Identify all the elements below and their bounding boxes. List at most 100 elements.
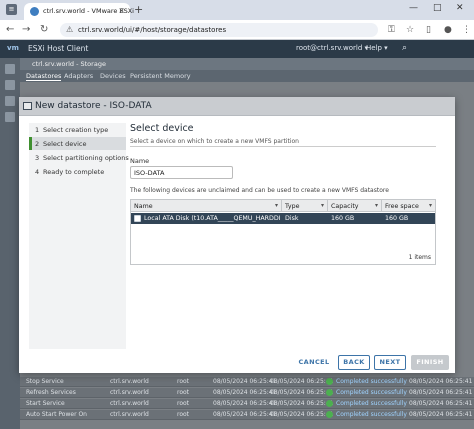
column-label: Free space (385, 203, 419, 210)
menu-dots-icon[interactable]: ⋮ (462, 25, 471, 35)
step-label: Ready to complete (43, 168, 105, 176)
task-target: ctrl.srv.world (110, 411, 149, 418)
next-button[interactable]: NEXT (374, 355, 406, 370)
task-completed: 08/05/2024 06:25:41 (409, 400, 473, 407)
wizard-step-1[interactable]: 1 Select creation type (29, 123, 126, 136)
breadcrumb-text: ctrl.srv.world - Storage (32, 60, 106, 68)
task-target: ctrl.srv.world (110, 389, 149, 396)
task-completed: 08/05/2024 06:25:41 (409, 378, 473, 385)
browser-tabstrip: ≡ ctrl.srv.world - VMware ESXi × + — □ ✕ (0, 0, 474, 20)
rail-network-icon[interactable] (5, 112, 15, 122)
column-label: Capacity (331, 203, 359, 210)
vmware-logo: vm (7, 44, 19, 52)
table-row[interactable]: Local ATA Disk (t10.ATA_____QEMU_HARDDI.… (131, 213, 435, 224)
task-initiator: root (177, 389, 190, 396)
sort-arrow-icon[interactable]: ▾ (275, 202, 278, 209)
task-queued: 08/05/2024 06:25:41 (213, 389, 277, 396)
column-label: Type (285, 203, 300, 210)
success-check-icon (326, 400, 333, 407)
finish-button[interactable]: FINISH (411, 355, 449, 370)
device-name: Local ATA Disk (t10.ATA_____QEMU_HARDDI.… (144, 215, 280, 222)
sort-arrow-icon[interactable]: ▾ (429, 202, 432, 209)
site-info-icon[interactable]: ⚠ (66, 25, 73, 34)
rail-storage-icon[interactable] (5, 96, 15, 106)
minimize-icon[interactable]: — (409, 3, 418, 13)
task-started: 08/05/2024 06:25:41 (270, 411, 334, 418)
task-name: Refresh Services (26, 389, 76, 396)
step-number: 3 (35, 154, 40, 162)
wizard-step-2[interactable]: 2 Select device (29, 137, 126, 150)
browser-tab[interactable]: ctrl.srv.world - VMware ESXi × (24, 3, 134, 20)
bookmark-star-icon[interactable]: ☆ (406, 25, 414, 35)
task-result: Completed successfully (336, 378, 407, 385)
sort-arrow-icon[interactable]: ▾ (375, 202, 378, 209)
item-count: 1 items (408, 254, 431, 261)
tab-adapters[interactable]: Adapters (64, 72, 93, 80)
column-type[interactable]: Type ▾ (282, 200, 328, 212)
device-table: Name ▾ Type ▾ Capacity ▾ Free space ▾ Lo… (130, 199, 436, 265)
row-select-checkbox[interactable] (134, 215, 141, 222)
tab-search-icon[interactable]: ≡ (6, 4, 17, 15)
tab-close-icon[interactable]: × (118, 6, 125, 15)
device-note: The following devices are unclaimed and … (130, 187, 389, 194)
forward-arrow-icon[interactable]: → (22, 24, 30, 35)
url-text: ctrl.srv.world/ui/#/host/storage/datasto… (78, 26, 227, 34)
sort-arrow-icon[interactable]: ▾ (321, 202, 324, 209)
new-tab-icon[interactable]: + (134, 3, 143, 16)
wizard-step-4[interactable]: 4 Ready to complete (29, 165, 126, 178)
table-row[interactable]: Start Service ctrl.srv.world root 08/05/… (20, 399, 474, 409)
task-name: Stop Service (26, 378, 64, 385)
step-label: Select partitioning options (43, 154, 129, 162)
navigator-rail (0, 58, 20, 429)
vmware-favicon-icon (30, 7, 39, 16)
step-number: 1 (35, 126, 40, 134)
esxi-header: vm ESXi Host Client root@ctrl.srv.world … (0, 40, 474, 58)
column-free-space[interactable]: Free space ▾ (382, 200, 435, 212)
task-started: 08/05/2024 06:25:41 (270, 389, 334, 396)
task-target: ctrl.srv.world (110, 378, 149, 385)
profile-icon[interactable]: ● (444, 25, 452, 35)
step-label: Select creation type (43, 126, 109, 134)
task-name: Auto Start Power On (26, 411, 87, 418)
table-row[interactable]: Refresh Services ctrl.srv.world root 08/… (20, 388, 474, 398)
task-result: Completed successfully (336, 411, 407, 418)
column-label: Name (134, 203, 153, 210)
maximize-icon[interactable]: □ (433, 3, 442, 13)
table-row[interactable]: Stop Service ctrl.srv.world root 08/05/2… (20, 377, 474, 387)
help-menu[interactable]: Help ▾ (366, 44, 388, 52)
address-bar: ← → ↻ ⚠ ctrl.srv.world/ui/#/host/storage… (0, 20, 474, 40)
url-input[interactable]: ⚠ ctrl.srv.world/ui/#/host/storage/datas… (60, 23, 378, 37)
tab-persistent-memory[interactable]: Persistent Memory (130, 72, 191, 80)
tab-datastores[interactable]: Datastores (26, 72, 62, 81)
back-button[interactable]: BACK (338, 355, 370, 370)
reload-icon[interactable]: ↻ (40, 24, 48, 35)
column-name[interactable]: Name ▾ (131, 200, 282, 212)
rail-host-icon[interactable] (5, 64, 15, 74)
user-menu[interactable]: root@ctrl.srv.world ▾ (296, 44, 368, 52)
success-check-icon (326, 411, 333, 418)
table-row[interactable]: Auto Start Power On ctrl.srv.world root … (20, 410, 474, 420)
task-result: Completed successfully (336, 400, 407, 407)
dialog-title: New datastore - ISO-DATA (35, 101, 152, 111)
datastore-name-input[interactable] (130, 166, 233, 179)
esxi-search-icon[interactable]: ⌕ (402, 43, 407, 53)
rail-vm-icon[interactable] (5, 80, 15, 90)
divider (130, 146, 436, 147)
new-datastore-dialog: New datastore - ISO-DATA 1 Select creati… (19, 97, 455, 373)
task-completed: 08/05/2024 06:25:41 (409, 411, 473, 418)
column-capacity[interactable]: Capacity ▾ (328, 200, 382, 212)
step-label: Select device (43, 140, 87, 148)
task-started: 08/05/2024 06:25:41 (270, 378, 334, 385)
side-panel-icon[interactable]: ▯ (426, 25, 431, 35)
wizard-step-3[interactable]: 3 Select partitioning options (29, 151, 129, 164)
window-close-icon[interactable]: ✕ (456, 3, 464, 13)
step-number: 2 (35, 140, 40, 148)
back-arrow-icon[interactable]: ← (6, 24, 14, 35)
task-queued: 08/05/2024 06:25:41 (213, 400, 277, 407)
key-icon[interactable]: ⚿ (388, 25, 395, 35)
breadcrumb: ctrl.srv.world - Storage (20, 58, 474, 70)
storage-tabs: Datastores Adapters Devices Persistent M… (20, 70, 474, 82)
tab-devices[interactable]: Devices (100, 72, 126, 80)
page-subtitle: Select a device on which to create a new… (130, 138, 299, 145)
cancel-button[interactable]: CANCEL (295, 355, 333, 370)
